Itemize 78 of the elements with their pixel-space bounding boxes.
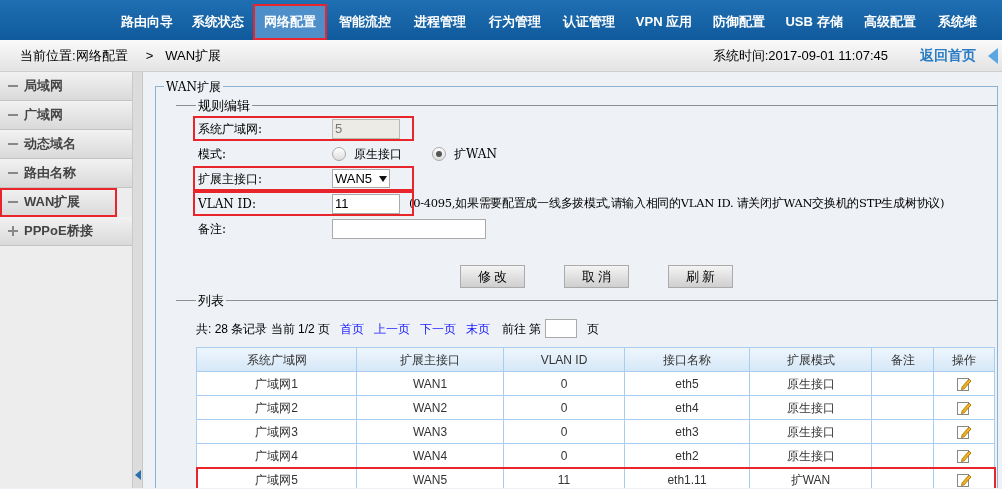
back-arrow-icon [988,47,998,64]
nav-tab[interactable]: 行为管理 [477,4,552,40]
sidebar-item[interactable]: PPPoE桥接 [0,217,132,246]
collapse-arrow-icon[interactable] [135,470,141,480]
nav-tab[interactable]: 高级配置 [852,4,927,40]
breadcrumb-separator: > [145,46,154,65]
column-header: 备注 [871,347,934,372]
column-header: 系统广域网 [196,347,357,372]
field-label: 模式: [198,145,228,163]
input-field[interactable] [332,218,486,239]
nav-tab[interactable]: USB 存储 [776,4,852,40]
field-label: 备注: [198,220,228,238]
input-field[interactable]: 11 [332,193,400,214]
nav-tab[interactable]: 进程管理 [402,4,477,40]
field-label: 系统广域网: [198,120,264,138]
column-header: VLAN ID [503,347,625,372]
radio-label: 原生接口 [354,145,402,163]
goto-label: 页 [587,320,600,338]
sidebar-item[interactable]: 动态域名 [0,130,132,159]
table-cell: 0 [503,395,625,420]
home-link[interactable]: 返回首页 [920,45,976,66]
page-link[interactable]: 首页 [340,319,365,338]
edit-icon[interactable] [956,400,972,417]
dropdown[interactable]: WAN5 [332,169,390,188]
system-time: 系统时间:2017-09-01 11:07:45 [712,46,888,65]
action-button[interactable]: 取 消 [564,265,629,288]
page-link[interactable]: 上一页 [374,319,411,338]
table-cell: 广域网1 [196,371,357,396]
table-cell: eth5 [624,371,750,396]
table-cell: eth3 [624,419,750,444]
action-button[interactable]: 修 改 [460,265,525,288]
table-cell: 原生接口 [749,395,872,420]
sidebar-item[interactable]: WAN扩展 [0,188,117,217]
page-number-field[interactable] [545,319,578,338]
table-cell: WAN1 [356,371,504,396]
action-button[interactable]: 刷 新 [668,265,733,288]
radio-button[interactable] [332,146,346,161]
table-cell: 广域网2 [196,395,357,420]
table-cell: 广域网3 [196,419,357,444]
sidebar-item[interactable]: 路由名称 [0,159,132,188]
nav-tab[interactable]: VPN 应用 [626,4,702,40]
table-cell: 广域网4 [196,443,357,468]
page-link[interactable]: 下一页 [420,319,457,338]
column-header: 操作 [933,347,995,372]
table-cell: 0 [503,419,625,444]
page-link[interactable]: 末页 [466,319,491,338]
edit-icon[interactable] [956,376,972,393]
sidebar-item[interactable]: 局域网 [0,72,132,101]
goto-label: 前往 第 [502,320,542,338]
sidebar-item[interactable]: 广域网 [0,101,132,130]
radio-label: 扩WAN [454,145,497,163]
breadcrumb-location: 当前位置:网络配置 [20,46,128,65]
nav-tab[interactable]: 系统状态 [182,4,253,40]
breadcrumb-current: WAN扩展 [165,46,222,65]
table-cell: eth4 [624,395,750,420]
column-header: 接口名称 [624,347,750,372]
panel-title: WAN扩展 [164,78,223,96]
record-summary: 共: 28 条记录 当前 1/2 页 [196,320,331,338]
edit-icon[interactable] [956,424,972,441]
nav-tab[interactable]: 认证管理 [552,4,626,40]
field-label: 扩展主接口: [198,170,264,188]
table-cell: 原生接口 [749,371,872,396]
table-cell: WAN2 [356,395,504,420]
table-cell: 原生接口 [749,419,872,444]
table-cell: 0 [503,371,625,396]
plus-icon [8,226,18,236]
nav-tab[interactable]: 路由向导 [112,4,182,40]
column-header: 扩展主接口 [356,347,504,372]
caret-icon [379,175,387,182]
edit-icon[interactable] [956,448,972,465]
radio-button[interactable] [432,146,446,161]
edit-icon[interactable] [956,472,972,488]
nav-tab[interactable]: 防御配置 [702,4,776,40]
table-cell: WAN3 [356,419,504,444]
nav-tab[interactable]: 智能流控 [327,4,402,40]
nav-tab[interactable]: 系统维 [927,4,987,40]
column-header: 扩展模式 [749,347,872,372]
field-label: VLAN ID: [198,195,258,213]
